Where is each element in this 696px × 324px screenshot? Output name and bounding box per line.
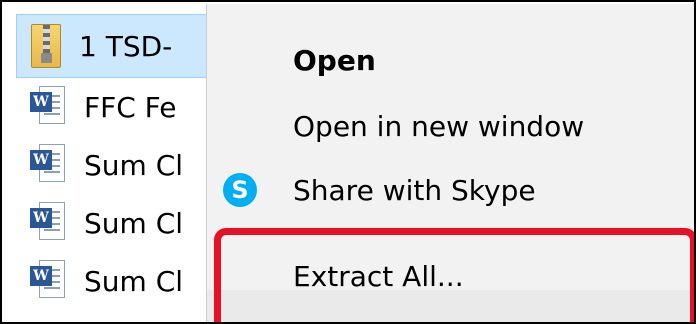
zip-folder-icon — [31, 24, 61, 68]
menu-item-label: Extract All... — [293, 259, 464, 293]
file-name: Sum Cl — [84, 148, 184, 182]
file-name: Sum Cl — [84, 206, 184, 240]
file-name: Sum Cl — [84, 264, 184, 298]
word-document-icon: W — [30, 86, 66, 128]
context-menu: Open Open in new window S Share with Sky… — [206, 4, 694, 322]
menu-item-open[interactable]: Open — [207, 30, 694, 90]
menu-item-partial — [207, 290, 694, 322]
menu-item-label: Open in new window — [293, 109, 585, 143]
word-document-icon: W — [30, 260, 66, 302]
menu-item-label: Share with Skype — [293, 173, 536, 207]
menu-item-label: Open — [293, 43, 376, 77]
word-document-icon: W — [30, 144, 66, 186]
file-name: FFC Fe — [84, 90, 177, 124]
skype-icon: S — [223, 173, 257, 207]
menu-item-share-with-skype[interactable]: S Share with Skype — [207, 160, 694, 220]
word-document-icon: W — [30, 202, 66, 244]
menu-item-open-new-window[interactable]: Open in new window — [207, 96, 694, 156]
explorer-window: 1 TSD- W FFC Fe W Sum Cl W Sum Cl W Sum … — [0, 0, 696, 324]
file-name: 1 TSD- — [79, 29, 173, 63]
